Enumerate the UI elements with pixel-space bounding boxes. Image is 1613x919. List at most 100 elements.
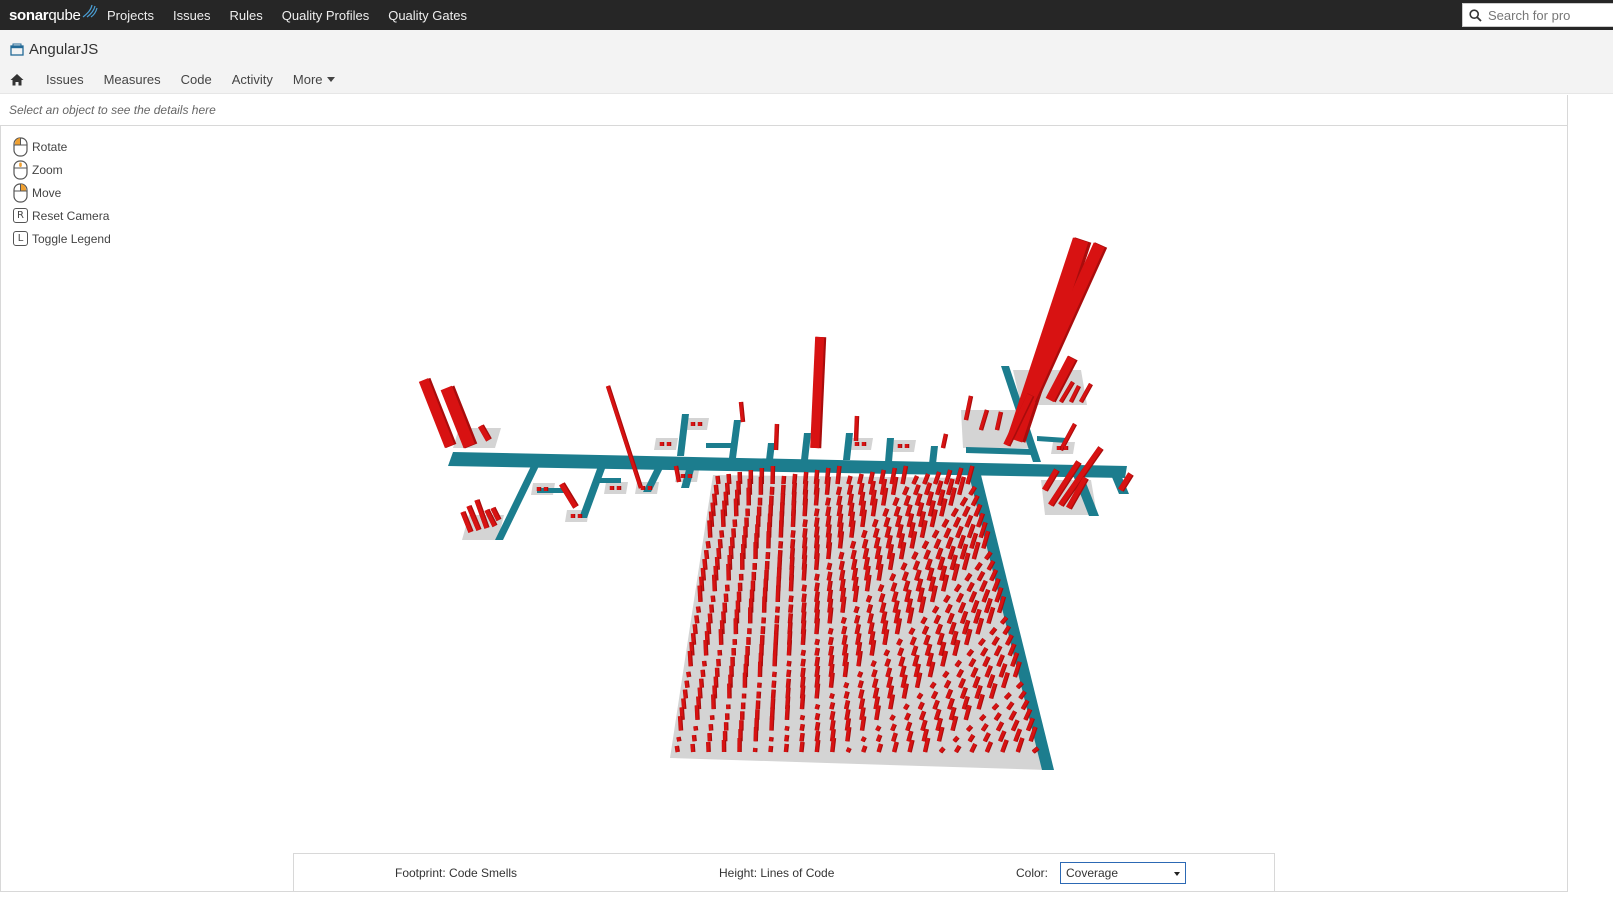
mouse-left-icon	[13, 136, 28, 157]
control-toggle-legend[interactable]: L Toggle Legend	[13, 227, 111, 250]
building-grid-241	[712, 574, 716, 592]
building-grid-457	[699, 678, 703, 688]
project-name[interactable]: AngularJS	[29, 41, 98, 58]
street-branch-up-0	[677, 414, 689, 456]
building-grid-336	[692, 624, 697, 635]
building-grid-559	[784, 725, 789, 731]
building-grid-463	[785, 678, 790, 688]
building-grid-438	[772, 671, 776, 678]
building-grid-529	[694, 705, 699, 720]
building-grid-394	[828, 645, 833, 656]
district-small-2	[604, 482, 628, 494]
color-metric-value: Coverage	[1066, 866, 1119, 880]
building-grid-202	[826, 562, 832, 571]
building-grid-564	[860, 716, 866, 731]
control-reset-camera[interactable]: R Reset Camera	[13, 204, 111, 227]
tab-more[interactable]: More	[293, 72, 335, 87]
building-grid-565	[875, 725, 881, 732]
project-icon	[10, 43, 24, 56]
building-grid-6	[781, 475, 786, 485]
district-small-8	[654, 438, 678, 450]
building-grid-180	[850, 549, 856, 560]
tab-issues[interactable]: Issues	[46, 72, 84, 87]
control-rotate-label: Rotate	[32, 139, 68, 154]
code-city-3d-scene[interactable]	[1, 126, 1567, 891]
building-grid-81	[814, 508, 819, 517]
building-grid-174	[777, 550, 782, 560]
nav-quality-profiles[interactable]: Quality Profiles	[282, 8, 369, 23]
building-grid-432	[686, 671, 691, 678]
building-grid-467	[843, 682, 849, 689]
nav-projects[interactable]: Projects	[107, 8, 154, 23]
building-grid-391	[786, 639, 791, 656]
street-main	[448, 452, 1127, 478]
nav-quality-gates[interactable]: Quality Gates	[388, 8, 467, 23]
code-city-viewport[interactable]: Rotate Zoom Move R Reset Camera L Toggle…	[0, 126, 1568, 892]
building-grid-612	[861, 745, 867, 753]
building-grid-439	[786, 669, 791, 678]
building-grid-288	[696, 606, 700, 613]
building-grid-126	[778, 520, 783, 538]
metrics-legend-bar: Footprint: Code Smells Height: Lines of …	[293, 853, 1275, 892]
building-grid-82	[825, 506, 831, 517]
building-grid-576	[676, 736, 681, 742]
main-nav: Projects Issues Rules Quality Profiles Q…	[107, 0, 486, 30]
key-r-icon: R	[13, 208, 28, 223]
building-grid-490	[829, 693, 834, 699]
building-grid-312	[694, 615, 699, 624]
building-grid-1	[726, 473, 731, 485]
nav-rules[interactable]: Rules	[230, 8, 263, 23]
building-grid-104	[802, 519, 807, 528]
building-grid-145	[718, 539, 722, 549]
building-grid-289	[709, 604, 713, 613]
building-grid-492	[858, 689, 864, 699]
district-small-6	[892, 440, 916, 452]
building-needle-1	[606, 385, 642, 489]
building-grid-128	[802, 528, 807, 538]
building-grid-271	[788, 595, 793, 603]
color-metric-select[interactable]: Coverage	[1060, 862, 1186, 884]
control-move[interactable]: Move	[13, 181, 111, 204]
street-branch-up-3	[843, 433, 853, 460]
building-grid-276	[852, 585, 859, 603]
street-branch-up-1	[729, 420, 741, 458]
building-grid-132	[849, 520, 855, 538]
building-grid-414	[772, 650, 777, 667]
building-grid-35	[836, 486, 841, 496]
building-grid-24	[713, 484, 718, 495]
nav-issues[interactable]: Issues	[173, 8, 211, 23]
building-grid-295	[788, 604, 793, 613]
district-small-5	[849, 438, 873, 450]
building-grid-369	[814, 638, 819, 646]
sonarqube-logo[interactable]: sonarqube	[9, 4, 98, 26]
street-right-cross	[966, 447, 1033, 455]
control-zoom[interactable]: Zoom	[13, 158, 111, 181]
building-grid-610	[830, 737, 835, 753]
building-grid-512	[800, 694, 805, 710]
building-grid-226	[826, 571, 832, 581]
tab-code[interactable]: Code	[181, 72, 212, 87]
building-grid-480	[683, 689, 687, 699]
building-grid-80	[802, 498, 807, 517]
building-grid-296	[801, 602, 806, 613]
building-grid-561	[814, 721, 820, 731]
building-grid-370	[828, 636, 833, 646]
building-grid-264	[697, 585, 702, 603]
building-grid-178	[826, 542, 831, 560]
building-grid-420	[856, 650, 862, 667]
building-grid-385	[703, 640, 708, 656]
building-grid-601	[690, 743, 695, 753]
mouse-wheel-icon	[13, 159, 28, 180]
control-reset-camera-label: Reset Camera	[32, 208, 110, 223]
global-search[interactable]	[1462, 3, 1613, 27]
home-icon[interactable]	[10, 73, 24, 86]
building-grid-558	[769, 716, 774, 731]
search-input[interactable]	[1488, 7, 1608, 23]
control-rotate[interactable]: Rotate	[13, 135, 111, 158]
building-grid-30	[780, 484, 785, 495]
tab-activity[interactable]: Activity	[232, 72, 273, 87]
tab-measures[interactable]: Measures	[104, 72, 161, 87]
building-grid-514	[829, 702, 835, 710]
building-mid-1	[559, 482, 578, 509]
building-grid-300	[853, 606, 859, 614]
